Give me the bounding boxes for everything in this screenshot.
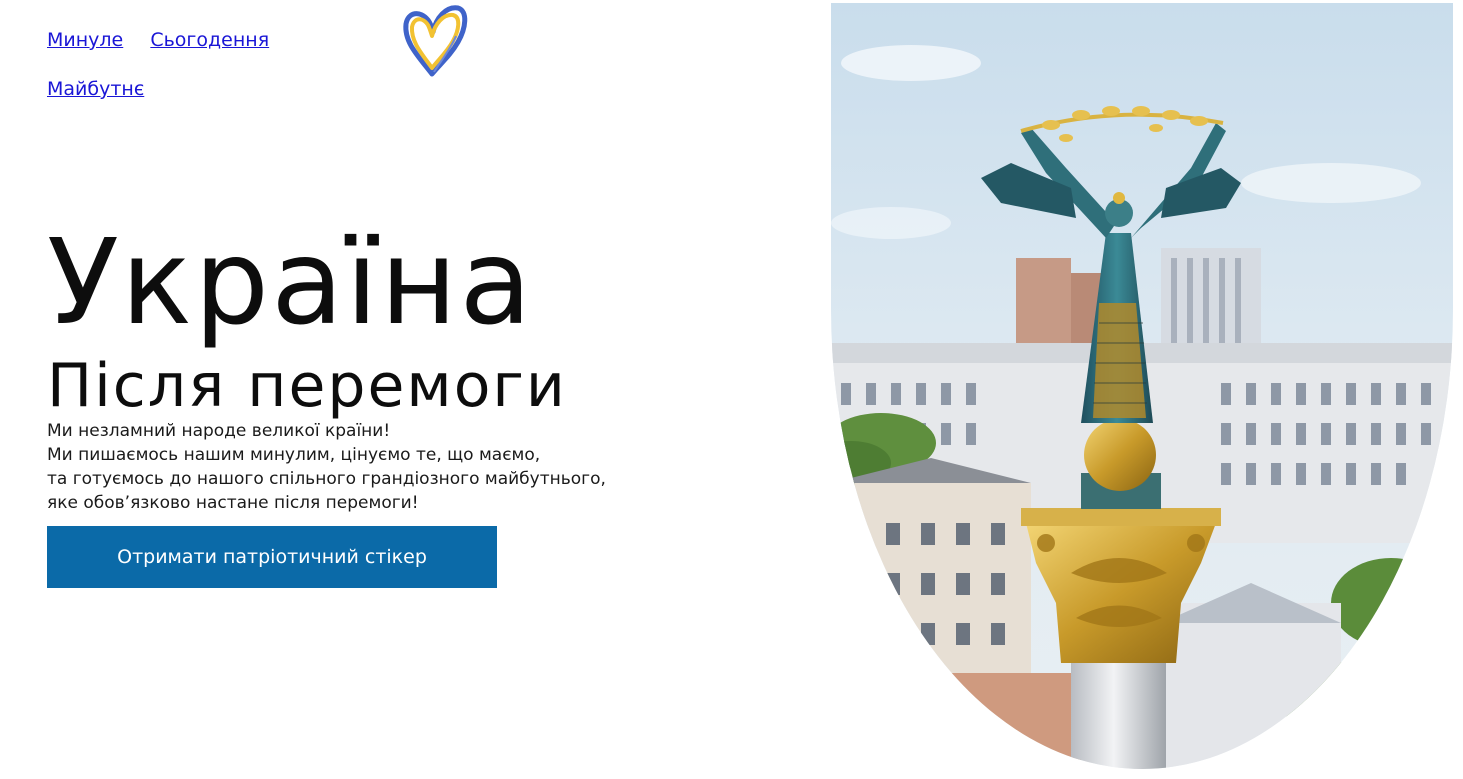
page-subtitle: Після перемоги (47, 351, 567, 421)
hero-paragraph: Ми незламний народе великої країни! Ми п… (47, 419, 667, 515)
landing-page: Минуле Сьогодення Майбутнє Україна Після… (0, 0, 1463, 779)
main-nav: Минуле Сьогодення Майбутнє (47, 28, 307, 101)
hero-image (831, 3, 1453, 769)
hero-paragraph-line: Ми незламний народе великої країни! (47, 421, 391, 441)
hero-paragraph-line: та готуємось до нашого спільного грандіо… (47, 469, 606, 489)
hero-paragraph-line: яке обов’язково настане після перемоги! (47, 493, 419, 513)
hero-paragraph-line: Ми пишаємось нашим минулим, цінуємо те, … (47, 445, 541, 465)
page-title: Україна (47, 213, 534, 351)
nav-link-past[interactable]: Минуле (47, 28, 123, 52)
nav-link-future[interactable]: Майбутнє (47, 77, 144, 101)
get-sticker-button[interactable]: Отримати патріотичний стікер (47, 526, 497, 588)
nav-link-present[interactable]: Сьогодення (150, 28, 269, 52)
heart-icon[interactable] (398, 2, 470, 80)
nav-row: Минуле Сьогодення (47, 28, 307, 52)
nav-row: Майбутнє (47, 77, 307, 101)
